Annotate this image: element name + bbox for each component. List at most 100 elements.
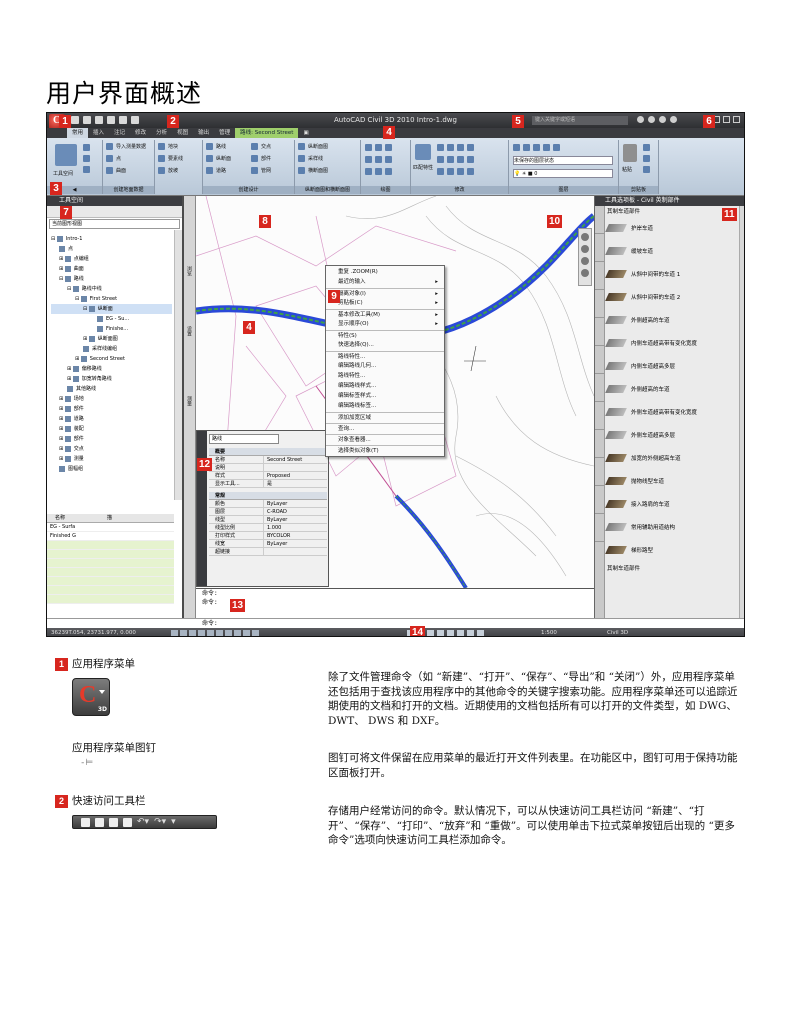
paste-icon[interactable] [623, 144, 637, 162]
tree-item[interactable]: Finishe... [51, 324, 172, 334]
annotation-scale[interactable]: 1:500 [541, 628, 557, 636]
tree-item[interactable]: ⊞ 偏移路线 [51, 364, 172, 374]
mirror-icon[interactable] [447, 156, 454, 163]
intersection-button[interactable]: 交点 [251, 143, 271, 150]
offset-icon[interactable] [467, 168, 474, 175]
move-icon[interactable] [437, 144, 444, 151]
line-icon[interactable] [365, 144, 372, 151]
tab-home[interactable]: 常用 [67, 128, 89, 138]
profile-view-button[interactable]: 纵断面图 [298, 143, 328, 150]
layer-icon[interactable] [513, 144, 520, 151]
layer-state-dropdown[interactable]: 未保存的图层状态 [513, 156, 613, 165]
tree-item[interactable]: ⊞ 部件 [51, 404, 172, 414]
menu-item-quick-select[interactable]: 快速选择(Q)... [326, 340, 444, 350]
subassembly-button[interactable]: 部件 [251, 155, 271, 162]
feature-line-button[interactable]: 要素线 [158, 155, 183, 162]
corridor-button[interactable]: 道路 [206, 167, 226, 174]
palette-tab[interactable] [595, 290, 604, 318]
surfaces-button[interactable]: 曲面 [106, 167, 126, 174]
polar-icon[interactable] [198, 630, 205, 636]
property-row[interactable]: 线型比例 1.000 [209, 524, 327, 532]
tree-item[interactable]: 图幅组 [51, 464, 172, 474]
sample-lines-button[interactable]: 采样线 [298, 155, 323, 162]
ducs-icon[interactable] [225, 630, 232, 636]
tab-insert[interactable]: 插入 [88, 128, 109, 138]
palette-item[interactable]: 内侧车道超高带有变化宽度 [605, 331, 738, 354]
property-row[interactable]: 超链接 [209, 548, 327, 556]
palette-tab[interactable] [595, 262, 604, 290]
rotate-icon[interactable] [447, 144, 454, 151]
quick-view-icon[interactable] [427, 630, 434, 636]
column-header[interactable]: 描 [107, 514, 112, 522]
toolspace-icon[interactable] [55, 144, 77, 166]
parcel-button[interactable]: 地块 [158, 143, 178, 150]
palette-tab[interactable] [595, 318, 604, 346]
key-icon[interactable] [648, 116, 655, 123]
panel-icon[interactable] [83, 144, 90, 151]
grading-button[interactable]: 放坡 [158, 167, 178, 174]
side-tab[interactable]: 测量 [186, 396, 193, 406]
property-row[interactable]: 颜色 ByLayer [209, 500, 327, 508]
panel-icon[interactable] [83, 155, 90, 162]
zoom-icon[interactable] [457, 630, 464, 636]
zoom-icon[interactable] [581, 245, 589, 253]
property-row[interactable]: 名称 Second Street [209, 456, 327, 464]
tree-item[interactable]: ⊞ 交点 [51, 444, 172, 454]
tab-annotate[interactable]: 注记 [109, 128, 130, 138]
toolspace-view-dropdown[interactable]: 当前图形视图 [49, 219, 180, 229]
tab-analyze[interactable]: 分析 [151, 128, 172, 138]
menu-item-add-widening[interactable]: 添加加宽区域 [326, 412, 444, 422]
property-row[interactable]: 显示工具... 是 [209, 480, 327, 488]
cut-icon[interactable] [643, 144, 650, 151]
menu-item-inquiry[interactable]: 查询... [326, 423, 444, 433]
palette-item[interactable]: 外侧车道超高多层 [605, 423, 738, 446]
steeringwheel-icon[interactable] [581, 269, 589, 277]
palette-item[interactable]: 外侧超高的车道 [605, 308, 738, 331]
scale-icon[interactable] [447, 168, 454, 175]
menu-item-draw-order[interactable]: 显示顺序(O) ▸ [326, 319, 444, 329]
property-row[interactable]: 图层 C-ROAD [209, 508, 327, 516]
property-row[interactable]: 样式 Proposed [209, 472, 327, 480]
layer-icon[interactable] [543, 144, 550, 151]
palette-tab[interactable] [595, 402, 604, 430]
maximize-icon[interactable] [723, 116, 730, 123]
table-cell[interactable]: Finished G [47, 532, 107, 540]
tree-item[interactable]: ⊟ First Street [51, 294, 172, 304]
menu-item-object-viewer[interactable]: 对象查看器... [326, 434, 444, 444]
palette-tab[interactable] [595, 346, 604, 374]
osnap-icon[interactable] [207, 630, 214, 636]
workspace-switch[interactable]: Civil 3D [607, 628, 628, 636]
palette-item[interactable]: 从斜中间带的车道 2 [605, 285, 738, 308]
tree-item[interactable]: 采样线编组 [51, 344, 172, 354]
palette-tab[interactable] [595, 430, 604, 458]
tree-item[interactable]: ⊞ 曲面 [51, 264, 172, 274]
match-properties-icon[interactable] [415, 144, 431, 160]
palette-item[interactable]: 常用辅助用道结构 [605, 515, 738, 538]
tree-item[interactable]: ⊞ 纵断面图 [51, 334, 172, 344]
tree-item[interactable]: 其他路线 [51, 384, 172, 394]
steeringwheel-icon[interactable] [467, 630, 474, 636]
profile-button[interactable]: 纵断面 [206, 155, 231, 162]
tab-manage[interactable]: 管理 [214, 128, 235, 138]
tab-modify[interactable]: 修改 [130, 128, 151, 138]
palette-item[interactable]: 从斜中间带的车道 1 [605, 262, 738, 285]
quick-view-drawings-icon[interactable] [437, 630, 444, 636]
palette-item[interactable]: 接入路肩的车道 [605, 492, 738, 515]
import-survey-button[interactable]: 导入测量数据 [106, 143, 146, 150]
tree-item[interactable]: ⊞ 点编组 [51, 254, 172, 264]
menu-item-edit-label-style[interactable]: 编辑标签样式... [326, 391, 444, 401]
alignment-button[interactable]: 路线 [206, 143, 226, 150]
tree-item[interactable]: ⊟ 路线中线 [51, 284, 172, 294]
orbit-icon[interactable] [581, 257, 589, 265]
tree-item[interactable]: ⊟ 纵断面 [51, 304, 172, 314]
array-icon[interactable] [457, 168, 464, 175]
ortho-icon[interactable] [189, 630, 196, 636]
copy-icon[interactable] [437, 156, 444, 163]
menu-item-edit-labels[interactable]: 编辑路线标签... [326, 401, 444, 411]
trim-icon[interactable] [457, 144, 464, 151]
layer-icon[interactable] [523, 144, 530, 151]
palette-item[interactable]: 加宽的外侧超高车道 [605, 446, 738, 469]
palette-tab[interactable] [595, 514, 604, 542]
palette-item[interactable]: 外侧超高的车道 [605, 377, 738, 400]
tab-contextual-alignment[interactable]: 路线: Second Street [235, 128, 299, 138]
